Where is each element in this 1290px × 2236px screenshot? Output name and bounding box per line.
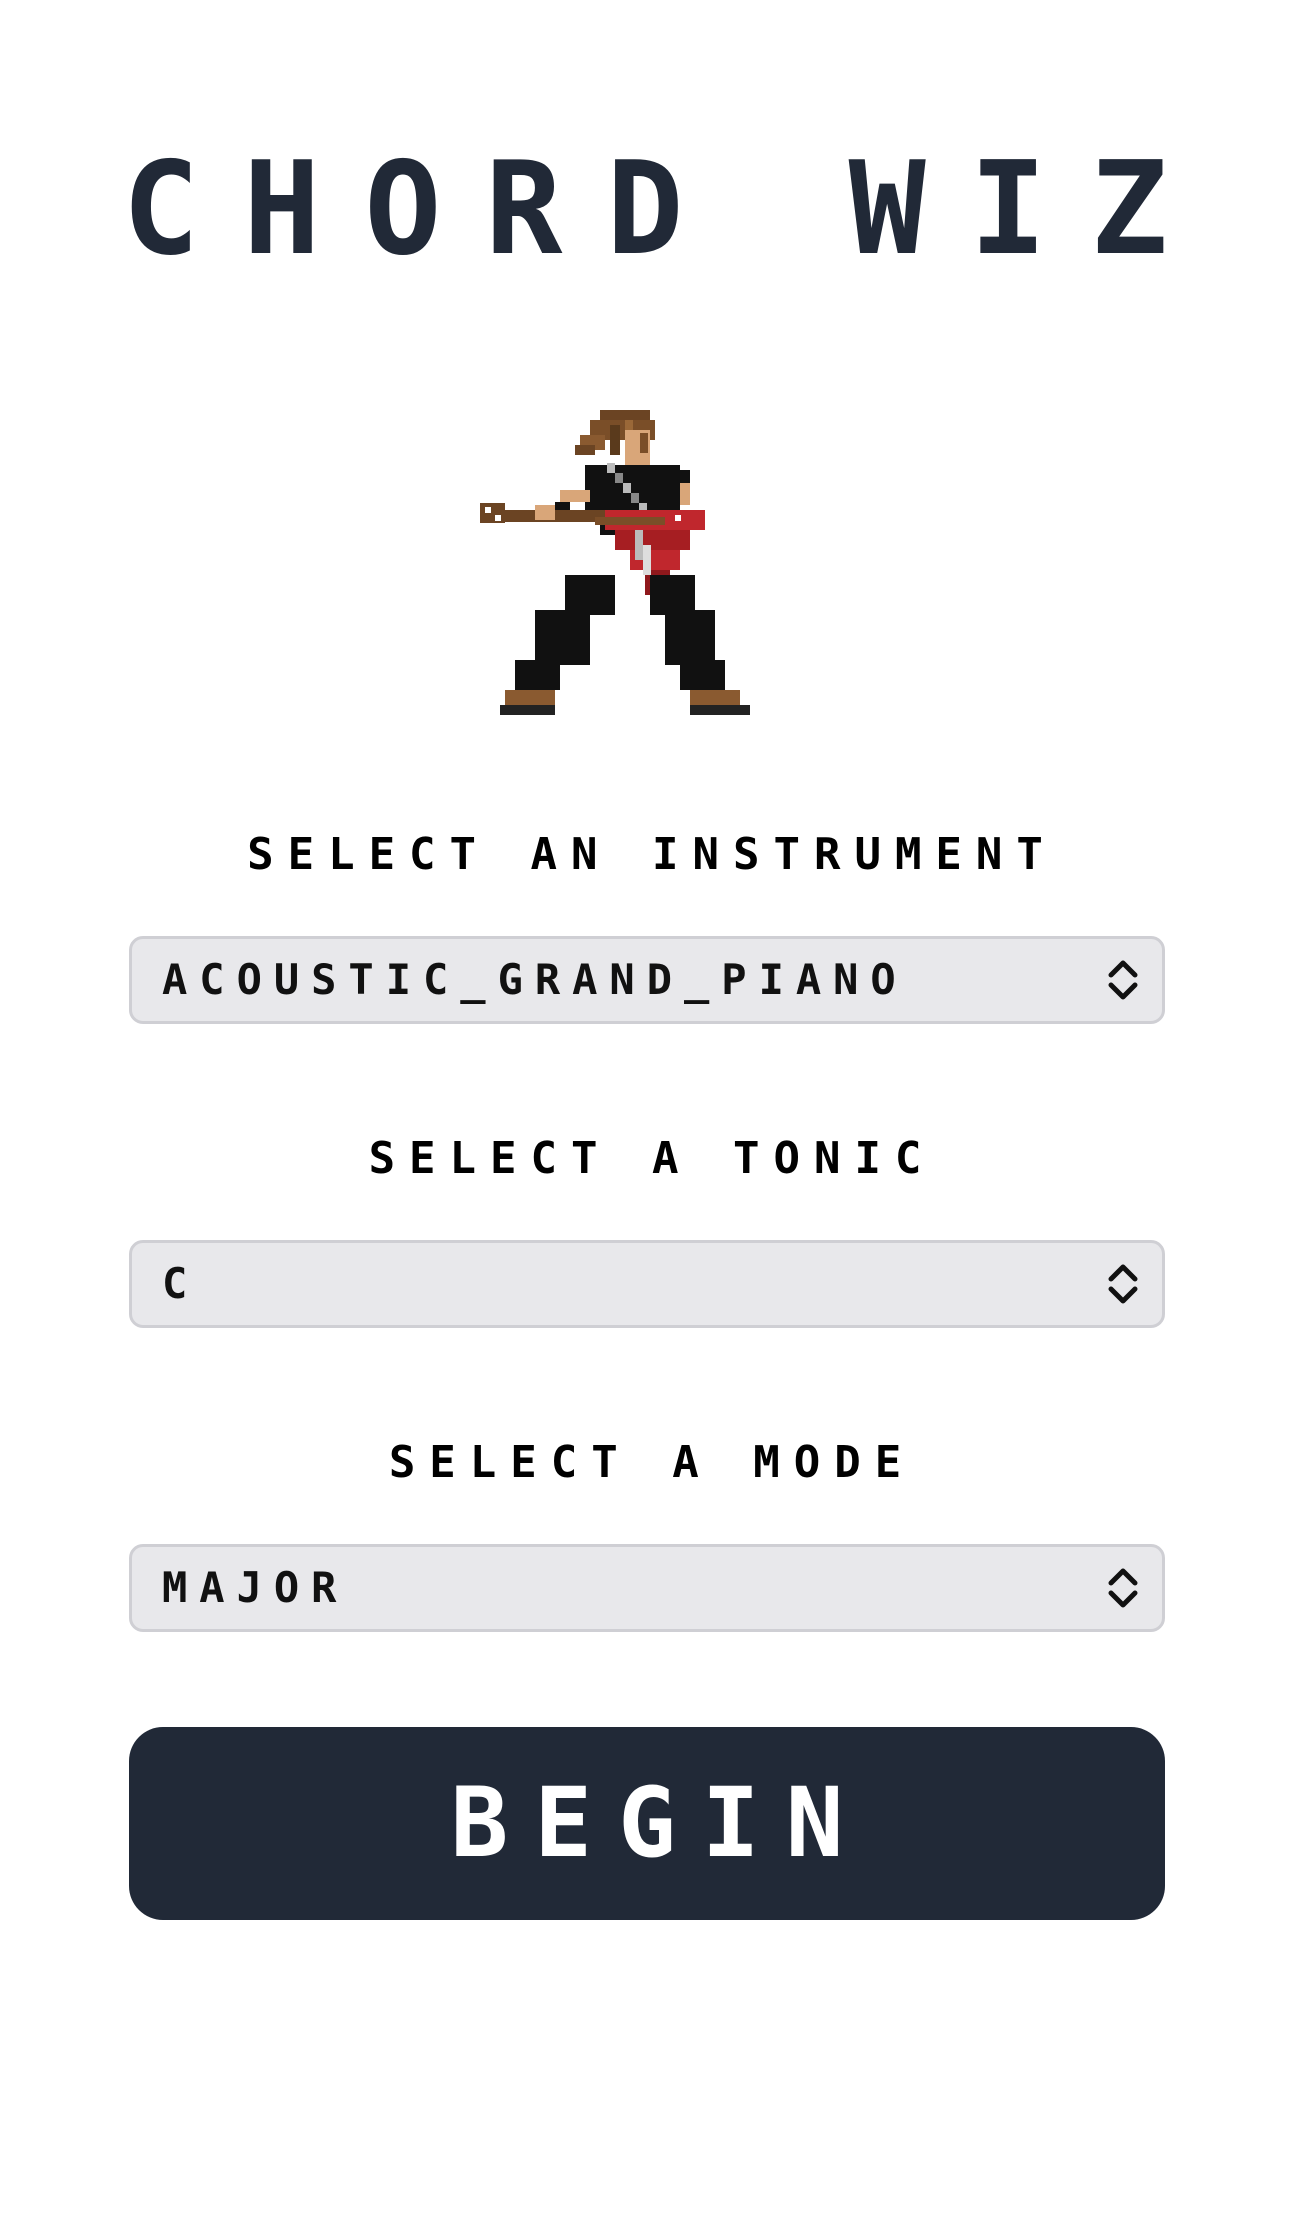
tonic-select-value: C — [162, 1259, 200, 1308]
guitarist-sprite-icon — [480, 410, 750, 715]
chevron-up-down-icon — [1108, 960, 1138, 1000]
begin-button[interactable]: BEGIN — [129, 1727, 1165, 1920]
mode-select[interactable]: MAJOR — [129, 1544, 1165, 1632]
instrument-label: SELECT AN INSTRUMENT — [247, 829, 1057, 880]
app-title: CHORD WIZ — [122, 135, 1212, 284]
tonic-label: SELECT A TONIC — [368, 1133, 936, 1184]
chevron-up-down-icon — [1108, 1264, 1138, 1304]
instrument-select[interactable]: ACOUSTIC_GRAND_PIANO — [129, 936, 1165, 1024]
mode-select-value: MAJOR — [162, 1563, 349, 1612]
chord-wiz-page: CHORD WIZ SELECT AN INSTRUMENT ACOUSTIC_… — [0, 0, 1290, 2236]
tonic-select[interactable]: C — [129, 1240, 1165, 1328]
mode-label: SELECT A MODE — [388, 1437, 916, 1488]
chevron-up-down-icon — [1108, 1568, 1138, 1608]
instrument-select-value: ACOUSTIC_GRAND_PIANO — [162, 955, 908, 1004]
